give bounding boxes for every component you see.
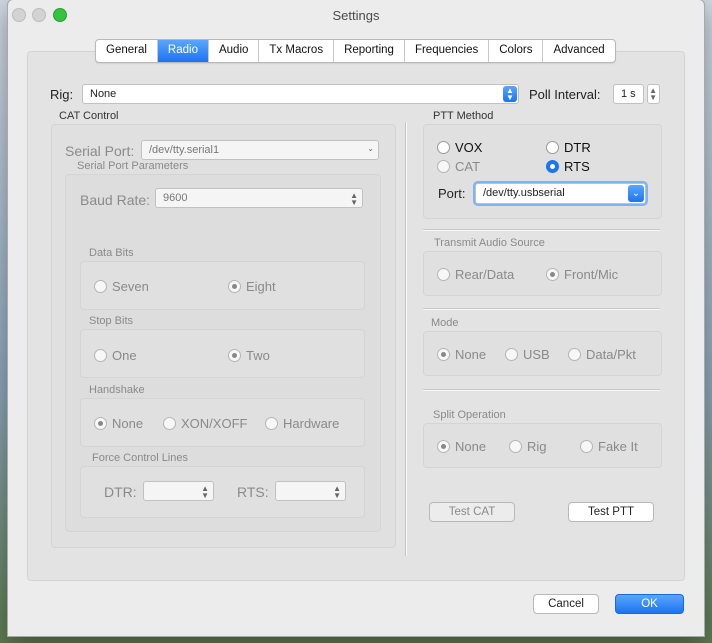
- stop-bits-two-radio[interactable]: Two: [228, 348, 270, 363]
- divider: [423, 389, 660, 391]
- dtr-select[interactable]: ▲ ▼: [143, 481, 214, 501]
- ptt-cat-radio[interactable]: CAT: [437, 159, 480, 174]
- handshake-none-radio[interactable]: None: [94, 416, 143, 431]
- mode-usb-radio[interactable]: USB: [505, 347, 550, 362]
- ptt-rts-radio[interactable]: RTS: [546, 159, 590, 174]
- ptt-vox-radio[interactable]: VOX: [437, 140, 482, 155]
- tx-audio-title: Transmit Audio Source: [434, 237, 545, 249]
- rig-label: Rig:: [50, 87, 74, 102]
- radio-off-icon: [568, 348, 581, 361]
- stepper-arrows-icon: ▲ ▼: [649, 86, 657, 102]
- select-arrows-icon: ▲ ▼: [201, 484, 209, 500]
- tab-colors[interactable]: Colors: [489, 40, 544, 62]
- poll-interval-label: Poll Interval:: [529, 87, 601, 102]
- tab-reporting[interactable]: Reporting: [334, 40, 405, 62]
- data-bits-seven-radio[interactable]: Seven: [94, 279, 149, 294]
- handshake-hardware-radio[interactable]: Hardware: [265, 416, 339, 431]
- poll-interval-stepper[interactable]: ▲ ▼: [647, 84, 660, 104]
- tab-radio[interactable]: Radio: [157, 40, 209, 62]
- ok-button[interactable]: OK: [615, 594, 684, 614]
- tab-advanced[interactable]: Advanced: [543, 40, 614, 62]
- tx-audio-rear-radio[interactable]: Rear/Data: [437, 267, 514, 282]
- radio-off-icon: [580, 440, 593, 453]
- chevron-down-icon: ⌄: [367, 144, 374, 153]
- mode-none-radio[interactable]: None: [437, 347, 486, 362]
- rts-select[interactable]: ▲ ▼: [275, 481, 346, 501]
- mode-title: Mode: [431, 317, 459, 329]
- rig-value: None: [90, 88, 117, 100]
- radio-on-icon: [437, 348, 450, 361]
- baud-rate-label: Baud Rate:: [80, 192, 151, 208]
- ptt-port-label: Port:: [438, 186, 466, 201]
- serial-port-label: Serial Port:: [65, 143, 135, 159]
- serial-port-value: /dev/tty.serial1: [149, 144, 220, 156]
- serial-port-select[interactable]: /dev/tty.serial1 ⌄: [141, 140, 379, 160]
- tx-audio-front-radio[interactable]: Front/Mic: [546, 267, 618, 282]
- handshake-title: Handshake: [89, 384, 145, 396]
- select-arrows-icon: ▲ ▼: [350, 191, 358, 207]
- rts-label: RTS:: [237, 484, 269, 500]
- cat-control-title: CAT Control: [59, 110, 119, 122]
- window-title: Settings: [332, 8, 380, 23]
- baud-rate-value: 9600: [163, 192, 188, 204]
- title-bar: Settings: [8, 0, 704, 30]
- radio-off-icon: [509, 440, 522, 453]
- handshake-xonxoff-radio[interactable]: XON/XOFF: [163, 416, 247, 431]
- ptt-dtr-radio[interactable]: DTR: [546, 140, 591, 155]
- radio-off-icon: [94, 349, 107, 362]
- cancel-button[interactable]: Cancel: [533, 594, 599, 614]
- radio-off-icon: [437, 141, 450, 154]
- radio-on-icon: [94, 417, 107, 430]
- split-rig-radio[interactable]: Rig: [509, 439, 547, 454]
- ptt-port-select[interactable]: /dev/tty.usbserial ⌄: [475, 183, 646, 204]
- rig-dropdown-arrows-icon: ▲ ▼: [503, 86, 517, 102]
- radio-on-icon: [228, 349, 241, 362]
- split-fake-radio[interactable]: Fake It: [580, 439, 638, 454]
- data-bits-title: Data Bits: [89, 247, 134, 259]
- test-cat-button[interactable]: Test CAT: [429, 502, 515, 522]
- radio-off-icon: [505, 348, 518, 361]
- serial-params-title: Serial Port Parameters: [77, 160, 189, 172]
- dtr-label: DTR:: [104, 484, 137, 500]
- radio-on-icon: [546, 268, 559, 281]
- radio-on-icon: [437, 440, 450, 453]
- poll-interval-value: 1 s: [621, 88, 636, 100]
- rig-select[interactable]: None ▲ ▼: [82, 84, 519, 104]
- settings-window: Settings General Radio Audio Tx Macros R…: [8, 0, 704, 636]
- tab-audio[interactable]: Audio: [209, 40, 260, 62]
- divider: [423, 229, 660, 231]
- split-none-radio[interactable]: None: [437, 439, 486, 454]
- tab-tx-macros[interactable]: Tx Macros: [259, 40, 335, 62]
- force-control-title: Force Control Lines: [92, 452, 188, 464]
- vertical-divider: [405, 122, 407, 556]
- select-arrows-icon: ▲ ▼: [333, 484, 341, 500]
- radio-off-icon: [437, 268, 450, 281]
- divider: [423, 308, 660, 310]
- tab-frequencies[interactable]: Frequencies: [405, 40, 490, 62]
- stop-bits-one-radio[interactable]: One: [94, 348, 137, 363]
- radio-off-icon: [163, 417, 176, 430]
- tab-general[interactable]: General: [96, 40, 158, 62]
- split-title: Split Operation: [433, 409, 506, 421]
- test-ptt-button[interactable]: Test PTT: [568, 502, 654, 522]
- stop-bits-title: Stop Bits: [89, 315, 134, 327]
- poll-interval-input[interactable]: 1 s: [613, 84, 644, 104]
- radio-on-icon: [228, 280, 241, 293]
- radio-on-icon: [546, 160, 559, 173]
- radio-off-icon: [437, 160, 450, 173]
- baud-rate-select[interactable]: 9600 ▲ ▼: [155, 188, 363, 208]
- chevron-down-icon: ⌄: [628, 185, 644, 202]
- mode-datapkt-radio[interactable]: Data/Pkt: [568, 347, 636, 362]
- tab-bar: General Radio Audio Tx Macros Reporting …: [95, 39, 616, 63]
- data-bits-eight-radio[interactable]: Eight: [228, 279, 276, 294]
- ptt-port-value: /dev/tty.usbserial: [483, 187, 565, 199]
- ptt-method-title: PTT Method: [433, 110, 494, 122]
- radio-off-icon: [546, 141, 559, 154]
- radio-off-icon: [94, 280, 107, 293]
- radio-off-icon: [265, 417, 278, 430]
